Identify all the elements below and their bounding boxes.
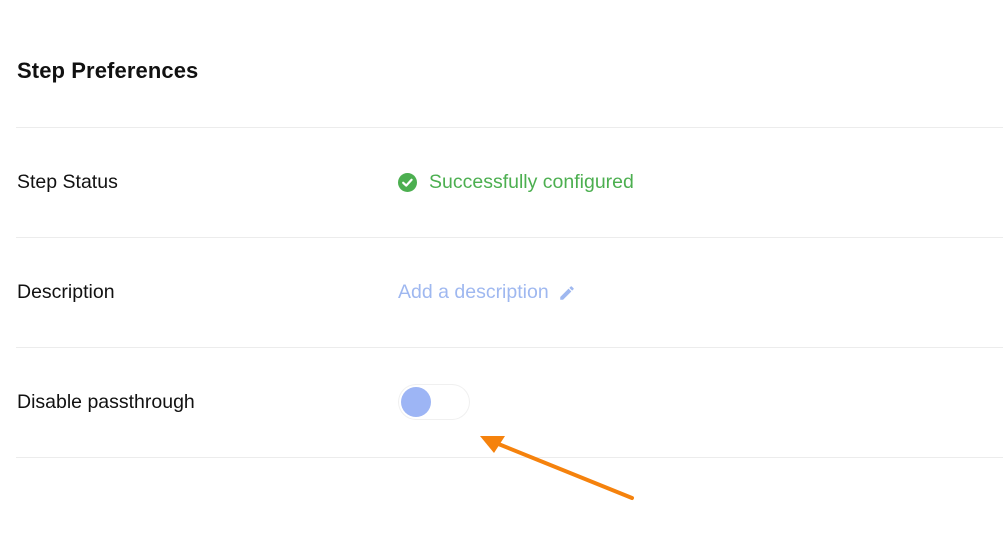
add-description-text[interactable]: Add a description [398,281,549,304]
step-status-value: Successfully configured [398,171,634,194]
divider [16,457,1003,458]
pencil-icon[interactable] [558,284,576,302]
page-title: Step Preferences [17,58,199,83]
check-circle-icon [398,173,417,192]
disable-passthrough-toggle[interactable] [398,384,470,420]
description-label: Description [17,281,115,303]
step-status-label: Step Status [17,171,118,193]
add-description-link[interactable]: Add a description [398,281,576,304]
divider [16,237,1003,238]
divider [16,127,1003,128]
step-preferences-panel: Step Preferences Step Status Successfull… [0,0,1003,544]
toggle-knob [401,387,431,417]
disable-passthrough-label: Disable passthrough [17,391,195,413]
divider [16,347,1003,348]
status-text: Successfully configured [429,171,634,193]
